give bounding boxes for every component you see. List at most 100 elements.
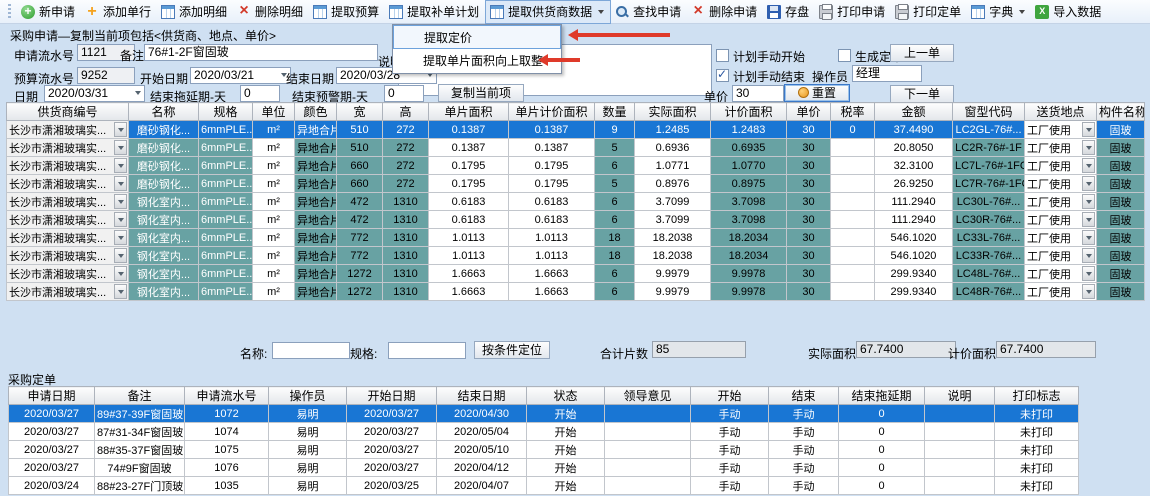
table-cell[interactable]: 长沙市潇湘玻璃实...	[7, 265, 129, 283]
table-cell[interactable]: 546.1020	[875, 247, 953, 265]
table-cell[interactable]: 异地合片	[295, 265, 337, 283]
table-cell[interactable]: 2020/03/27	[9, 423, 95, 441]
table-row[interactable]: 长沙市潇湘玻璃实...磨砂钢化...6mmPLE...m²异地合片5102720…	[7, 121, 1145, 139]
table-cell[interactable]: 30	[787, 229, 831, 247]
previous-order-button[interactable]: 上一单	[890, 44, 954, 62]
table-cell[interactable]: 固玻	[1097, 211, 1145, 229]
table-cell[interactable]: LC30L-76#...	[953, 193, 1025, 211]
table-cell[interactable]: 0.6936	[635, 139, 711, 157]
table-cell[interactable]: 0.1387	[509, 121, 595, 139]
table-cell[interactable]: 0	[839, 405, 925, 423]
table-cell[interactable]: 30	[787, 283, 831, 301]
table-cell[interactable]	[831, 283, 875, 301]
table-cell[interactable]: 6mmPLE...	[199, 211, 253, 229]
copy-current-item-button[interactable]: 复制当前项	[438, 84, 524, 102]
table-cell[interactable]: 30	[787, 247, 831, 265]
table-cell[interactable]: 0	[839, 459, 925, 477]
table-cell[interactable]: 20.8050	[875, 139, 953, 157]
table-cell[interactable]: 手动	[691, 477, 769, 495]
table-cell[interactable]: 3.7098	[711, 193, 787, 211]
table-cell[interactable]: 钢化室内...	[129, 211, 199, 229]
table-cell[interactable]: m²	[253, 139, 295, 157]
table-cell[interactable]: 磨砂钢化...	[129, 175, 199, 193]
table-cell[interactable]: 异地合片	[295, 193, 337, 211]
toolbar-button-7[interactable]: 提取供货商数据	[485, 0, 611, 24]
table-cell[interactable]: m²	[253, 247, 295, 265]
table-cell[interactable]: 1.6663	[429, 283, 509, 301]
table-cell[interactable]: 6mmPLE...	[199, 193, 253, 211]
table-cell[interactable]: 1075	[185, 441, 269, 459]
toolbar-button-13[interactable]: 字典	[967, 1, 1031, 23]
table-cell[interactable]: 手动	[691, 459, 769, 477]
table-cell[interactable]: 固玻	[1097, 175, 1145, 193]
toolbar-button-12[interactable]: 打印定单	[891, 1, 967, 23]
table-cell[interactable]: 长沙市潇湘玻璃实...	[7, 157, 129, 175]
table-cell[interactable]: 0	[839, 441, 925, 459]
budget-serial-field[interactable]: 9252	[77, 67, 135, 84]
table-cell[interactable]	[831, 229, 875, 247]
table-cell[interactable]: 0.6935	[711, 139, 787, 157]
column-header[interactable]: 数量	[595, 103, 635, 121]
table-cell[interactable]: m²	[253, 121, 295, 139]
filter-spec-input[interactable]	[388, 342, 466, 359]
table-cell[interactable]: 长沙市潇湘玻璃实...	[7, 121, 129, 139]
table-cell[interactable]: 固玻	[1097, 283, 1145, 301]
table-cell[interactable]: m²	[253, 175, 295, 193]
table-cell[interactable]: 工厂使用	[1025, 193, 1097, 211]
table-cell[interactable]: LC33L-76#...	[953, 229, 1025, 247]
table-cell[interactable]	[831, 157, 875, 175]
table-cell[interactable]: 30	[787, 121, 831, 139]
table-cell[interactable]: 钢化室内...	[129, 229, 199, 247]
toolbar-button-2[interactable]: 添加单行	[81, 1, 157, 23]
table-row[interactable]: 2020/03/2787#31-34F窗固玻1074易明2020/03/2720…	[9, 423, 1079, 441]
table-cell[interactable]: 1076	[185, 459, 269, 477]
table-cell[interactable]: 长沙市潇湘玻璃实...	[7, 193, 129, 211]
table-cell[interactable]: 固玻	[1097, 265, 1145, 283]
column-header[interactable]: 高	[383, 103, 429, 121]
table-cell[interactable]: 固玻	[1097, 121, 1145, 139]
table-cell[interactable]: 易明	[269, 459, 347, 477]
column-header[interactable]: 单位	[253, 103, 295, 121]
table-cell[interactable]: 2020/03/25	[347, 477, 437, 495]
table-cell[interactable]: m²	[253, 211, 295, 229]
column-header[interactable]: 结束拖延期	[839, 387, 925, 405]
table-cell[interactable]: 6mmPLE...	[199, 247, 253, 265]
table-cell[interactable]	[605, 405, 691, 423]
table-cell[interactable]: 长沙市潇湘玻璃实...	[7, 175, 129, 193]
table-cell[interactable]: 工厂使用	[1025, 265, 1097, 283]
table-row[interactable]: 长沙市潇湘玻璃实...钢化室内...6mmPLE...m²异地合片1272131…	[7, 265, 1145, 283]
table-cell[interactable]: 0.1387	[509, 139, 595, 157]
table-cell[interactable]: 26.9250	[875, 175, 953, 193]
table-cell[interactable]: 1.0771	[635, 157, 711, 175]
table-cell[interactable]: 0.1387	[429, 121, 509, 139]
table-cell[interactable]: 异地合片	[295, 139, 337, 157]
table-cell[interactable]: 6mmPLE...	[199, 283, 253, 301]
table-cell[interactable]: 2020/03/27	[9, 441, 95, 459]
table-cell[interactable]: 1074	[185, 423, 269, 441]
table-cell[interactable]: 1.6663	[429, 265, 509, 283]
table-cell[interactable]: 0.6183	[509, 193, 595, 211]
toolbar-button-11[interactable]: 打印申请	[815, 1, 891, 23]
toolbar-button-9[interactable]: 删除申请	[687, 1, 763, 23]
table-cell[interactable]: 磨砂钢化...	[129, 121, 199, 139]
table-cell[interactable]: 1035	[185, 477, 269, 495]
table-cell[interactable]: 手动	[769, 477, 839, 495]
table-cell[interactable]: 30	[787, 157, 831, 175]
table-cell[interactable]: 299.9340	[875, 265, 953, 283]
table-cell[interactable]: m²	[253, 229, 295, 247]
table-cell[interactable]: m²	[253, 283, 295, 301]
table-cell[interactable]: 1.0113	[429, 247, 509, 265]
table-cell[interactable]: 0.6183	[429, 193, 509, 211]
filter-name-input[interactable]	[272, 342, 350, 359]
table-cell[interactable]: 未打印	[995, 423, 1079, 441]
column-header[interactable]: 开始日期	[347, 387, 437, 405]
column-header[interactable]: 名称	[129, 103, 199, 121]
column-header[interactable]: 颜色	[295, 103, 337, 121]
table-cell[interactable]	[925, 405, 995, 423]
table-cell[interactable]: 工厂使用	[1025, 175, 1097, 193]
table-cell[interactable]: 钢化室内...	[129, 283, 199, 301]
table-cell[interactable]: 易明	[269, 441, 347, 459]
table-cell[interactable]: 1.6663	[509, 283, 595, 301]
table-cell[interactable]: 2020/04/07	[437, 477, 527, 495]
table-cell[interactable]: 546.1020	[875, 229, 953, 247]
